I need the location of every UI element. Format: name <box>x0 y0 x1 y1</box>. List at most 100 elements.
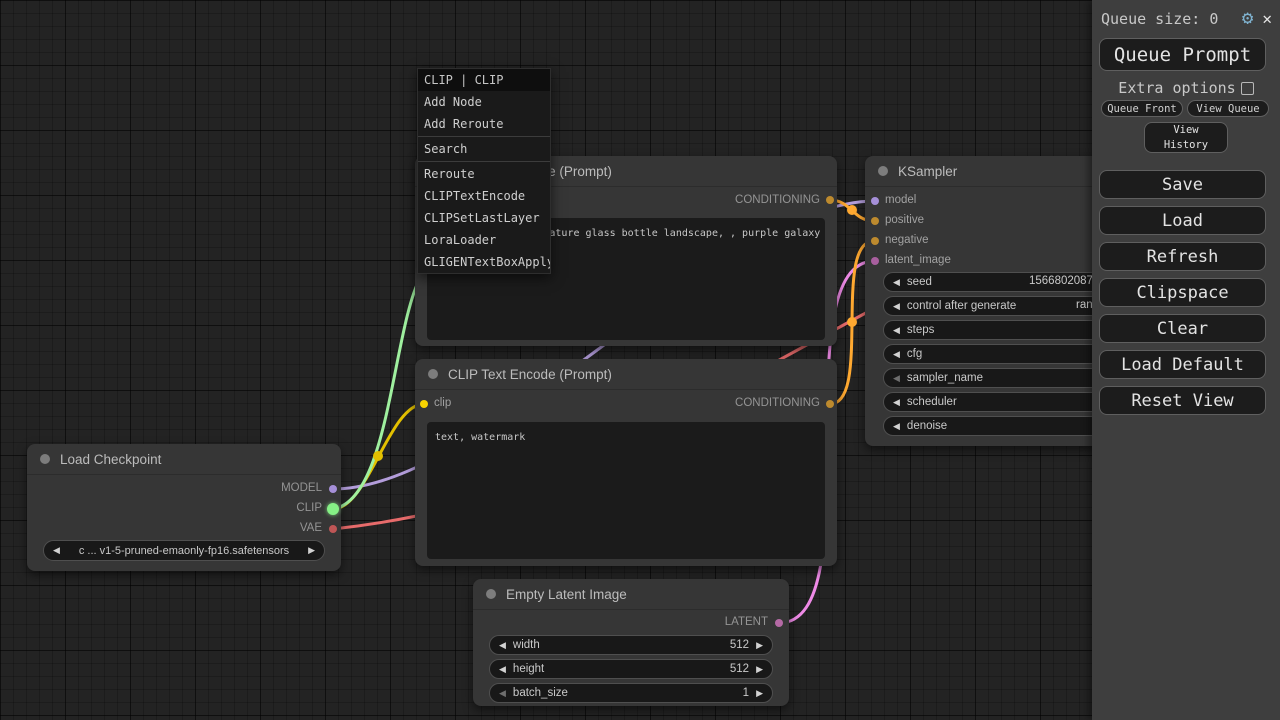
output-label-latent: LATENT <box>725 616 768 628</box>
decrement-arrow-icon[interactable]: ◀ <box>893 397 900 408</box>
height-widget[interactable]: ◀ height 512 ▶ <box>489 659 773 679</box>
input-slot-clip[interactable] <box>420 400 428 408</box>
decrement-arrow-icon[interactable]: ◀ <box>499 688 506 699</box>
load-button[interactable]: Load <box>1099 206 1266 235</box>
input-label-model: model <box>885 194 916 206</box>
link-midpoint-dot <box>373 451 383 461</box>
input-label-positive: positive <box>885 214 924 226</box>
increment-arrow-icon[interactable]: ▶ <box>756 688 763 699</box>
widget-label: batch_size <box>513 687 736 699</box>
collapse-dot-icon[interactable] <box>486 589 496 599</box>
clipspace-button[interactable]: Clipspace <box>1099 278 1266 307</box>
reset-view-button[interactable]: Reset View <box>1099 386 1266 415</box>
view-queue-button[interactable]: View Queue <box>1187 100 1269 117</box>
input-slot-model[interactable] <box>871 197 879 205</box>
input-label-negative: negative <box>885 234 928 246</box>
menu-item-reroute[interactable]: Reroute <box>418 163 550 185</box>
link-midpoint-dot <box>847 205 857 215</box>
input-slot-latent-image[interactable] <box>871 257 879 265</box>
decrement-arrow-icon[interactable]: ◀ <box>893 373 900 384</box>
widget-label: width <box>513 639 723 651</box>
wire-dragging-clip <box>333 276 421 509</box>
next-arrow-icon[interactable]: ▶ <box>308 545 315 556</box>
input-slot-positive[interactable] <box>871 217 879 225</box>
widget-value: 1 <box>743 687 749 699</box>
node-title: CLIP Text Encode (Prompt) <box>448 367 612 382</box>
node-title: Load Checkpoint <box>60 452 161 467</box>
graph-canvas[interactable]: CLIP Text Encode (Prompt) CONDITIONING b… <box>0 0 1280 720</box>
prompt-text-area[interactable]: text, watermark <box>427 422 825 559</box>
decrement-arrow-icon[interactable]: ◀ <box>893 325 900 336</box>
output-label-vae: VAE <box>300 522 322 534</box>
load-default-button[interactable]: Load Default <box>1099 350 1266 379</box>
extra-options-checkbox[interactable] <box>1241 82 1254 95</box>
view-history-button[interactable]: View History <box>1144 122 1228 153</box>
width-widget[interactable]: ◀ width 512 ▶ <box>489 635 773 655</box>
node-title-bar[interactable]: Load Checkpoint <box>27 444 341 475</box>
save-button[interactable]: Save <box>1099 170 1266 199</box>
collapse-dot-icon[interactable] <box>428 369 438 379</box>
output-label-conditioning: CONDITIONING <box>735 397 820 409</box>
output-slot-clip-highlighted[interactable] <box>327 503 339 515</box>
node-clip-text-encode-negative[interactable]: CLIP Text Encode (Prompt) clip CONDITION… <box>415 359 837 566</box>
collapse-dot-icon[interactable] <box>40 454 50 464</box>
decrement-arrow-icon[interactable]: ◀ <box>893 421 900 432</box>
prev-arrow-icon[interactable]: ◀ <box>53 545 60 556</box>
input-label-latent-image: latent_image <box>885 254 951 266</box>
queue-front-button[interactable]: Queue Front <box>1101 100 1183 117</box>
queue-size-label: Queue size: 0 <box>1101 10 1233 28</box>
widget-value: 512 <box>730 639 749 651</box>
comfy-menu-panel: Queue size: 0 ⚙ ✕ Queue Prompt Extra opt… <box>1092 0 1280 720</box>
ckpt-name-widget[interactable]: ◀ c ... v1-5-pruned-emaonly-fp16.safeten… <box>43 540 325 561</box>
output-slot-vae[interactable] <box>329 525 337 533</box>
context-menu-title: CLIP | CLIP <box>418 69 550 91</box>
menu-item-loraloader[interactable]: LoraLoader <box>418 229 550 251</box>
widget-label: height <box>513 663 723 675</box>
comfyui-window: CLIP Text Encode (Prompt) CONDITIONING b… <box>0 0 1280 720</box>
link-midpoint-dot <box>847 317 857 327</box>
refresh-button[interactable]: Refresh <box>1099 242 1266 271</box>
decrement-arrow-icon[interactable]: ◀ <box>499 664 506 675</box>
output-slot-model[interactable] <box>329 485 337 493</box>
menu-separator <box>418 136 550 137</box>
input-slot-negative[interactable] <box>871 237 879 245</box>
node-title-bar[interactable]: Empty Latent Image <box>473 579 789 610</box>
input-label-clip: clip <box>434 397 451 409</box>
menu-item-add-reroute[interactable]: Add Reroute <box>418 113 550 135</box>
node-empty-latent-image[interactable]: Empty Latent Image LATENT ◀ width 512 ▶ … <box>473 579 789 706</box>
node-title: KSampler <box>898 164 957 179</box>
view-history-line2: History <box>1164 138 1208 152</box>
menu-item-add-node[interactable]: Add Node <box>418 91 550 113</box>
view-history-line1: View <box>1173 123 1198 137</box>
output-slot-conditioning[interactable] <box>826 196 834 204</box>
output-label-conditioning: CONDITIONING <box>735 194 820 206</box>
close-icon[interactable]: ✕ <box>1262 11 1272 27</box>
context-menu: CLIP | CLIP Add Node Add Reroute Search … <box>417 68 551 274</box>
menu-item-cliptextencode[interactable]: CLIPTextEncode <box>418 185 550 207</box>
increment-arrow-icon[interactable]: ▶ <box>756 640 763 651</box>
output-slot-conditioning[interactable] <box>826 400 834 408</box>
settings-gear-icon[interactable]: ⚙ <box>1242 9 1253 28</box>
node-load-checkpoint[interactable]: Load Checkpoint MODEL CLIP VAE ◀ c ... v… <box>27 444 341 571</box>
decrement-arrow-icon[interactable]: ◀ <box>893 349 900 360</box>
collapse-dot-icon[interactable] <box>878 166 888 176</box>
node-title: Empty Latent Image <box>506 587 627 602</box>
menu-item-clipsetlastlayer[interactable]: CLIPSetLastLayer <box>418 207 550 229</box>
clear-button[interactable]: Clear <box>1099 314 1266 343</box>
decrement-arrow-icon[interactable]: ◀ <box>499 640 506 651</box>
node-title-bar[interactable]: CLIP Text Encode (Prompt) <box>415 359 837 390</box>
queue-prompt-button[interactable]: Queue Prompt <box>1099 38 1266 71</box>
menu-item-search[interactable]: Search <box>418 138 550 160</box>
output-slot-latent[interactable] <box>775 619 783 627</box>
decrement-arrow-icon[interactable]: ◀ <box>893 277 900 288</box>
output-label-clip: CLIP <box>296 502 322 514</box>
output-label-model: MODEL <box>281 482 322 494</box>
decrement-arrow-icon[interactable]: ◀ <box>893 301 900 312</box>
menu-separator <box>418 161 550 162</box>
increment-arrow-icon[interactable]: ▶ <box>756 664 763 675</box>
batch-size-widget[interactable]: ◀ batch_size 1 ▶ <box>489 683 773 703</box>
widget-value: 1566802087 <box>1029 275 1093 287</box>
extra-options-label: Extra options <box>1118 79 1235 97</box>
menu-item-gligentextboxapply[interactable]: GLIGENTextBoxApply <box>418 251 550 273</box>
widget-value: c ... v1-5-pruned-emaonly-fp16.safetenso… <box>67 545 301 557</box>
